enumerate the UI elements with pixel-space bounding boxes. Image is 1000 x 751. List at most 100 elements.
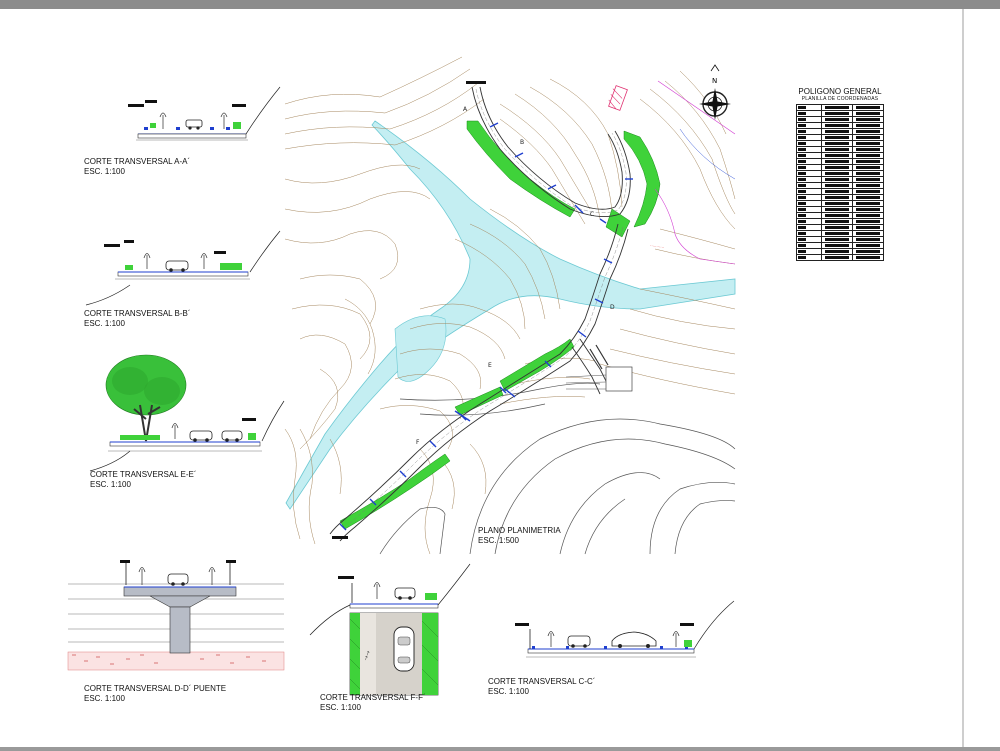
cell-value	[798, 184, 806, 187]
polygon-table-subtitle: PLANILLA DE COORDENADAS	[801, 96, 879, 102]
cell-value	[825, 106, 849, 109]
svg-text:D: D	[610, 304, 615, 311]
svg-text:C: C	[590, 211, 594, 218]
section-bb-caption: CORTE TRANSVERSAL B-B´ ESC. 1:100	[84, 309, 191, 329]
cell-value	[825, 118, 849, 121]
section-aa-caption: CORTE TRANSVERSAL A-A´ ESC. 1:100	[84, 157, 190, 177]
table-row	[796, 254, 884, 261]
cell-value	[825, 154, 849, 157]
cell-value	[825, 172, 849, 175]
cell-value	[825, 202, 849, 205]
cell-value	[825, 244, 849, 247]
plan-annotation: ···········	[650, 243, 665, 250]
cell-value	[798, 250, 806, 253]
cell-value	[856, 142, 880, 145]
car-icon	[393, 626, 415, 672]
section-aa-title: CORTE TRANSVERSAL A-A´	[84, 157, 191, 166]
cell-value	[856, 184, 880, 187]
cell-value	[856, 106, 880, 109]
section-dd-caption: CORTE TRANSVERSAL D-D´ PUENTE ESC. 1:100	[84, 684, 226, 704]
section-cc-caption: CORTE TRANSVERSAL C-C´ ESC. 1:100	[488, 677, 595, 697]
section-ee-drawing	[89, 354, 285, 472]
section-ee-caption: CORTE TRANSVERSAL E-E´ ESC. 1:100	[90, 470, 197, 490]
cell-value	[798, 130, 806, 133]
pond-area	[394, 315, 447, 382]
cell-value	[825, 130, 849, 133]
cell-value	[856, 172, 880, 175]
cell-value	[825, 136, 849, 139]
section-ff-caption: CORTE TRANSVERSAL F-F´ ESC. 1:100	[320, 693, 426, 713]
hatched-area	[608, 85, 628, 111]
cell-value	[856, 232, 880, 235]
survey-line	[679, 128, 736, 180]
tree-icon	[105, 354, 187, 442]
cell-value	[798, 124, 806, 127]
cell-value	[798, 256, 806, 259]
section-dd-drawing	[67, 560, 285, 671]
cell-value	[856, 214, 880, 217]
cell-value	[798, 172, 806, 175]
cell-value	[856, 202, 880, 205]
section-ee-title: CORTE TRANSVERSAL E-E´	[90, 470, 197, 479]
cell-value	[798, 112, 806, 115]
section-ff-scale: ESC. 1:100	[320, 703, 361, 712]
cell-value	[856, 238, 880, 241]
cell-value	[856, 166, 880, 169]
cell-value	[856, 226, 880, 229]
cell-value	[856, 130, 880, 133]
cell-value	[825, 184, 849, 187]
cell-value	[825, 142, 849, 145]
contour-lines	[284, 56, 736, 555]
svg-text:N: N	[712, 77, 717, 85]
section-cc-title: CORTE TRANSVERSAL C-C´	[488, 677, 596, 686]
cell-value	[798, 226, 806, 229]
cell-value	[825, 208, 849, 211]
cell-value	[856, 124, 880, 127]
cell-value	[825, 214, 849, 217]
cell-value	[856, 178, 880, 181]
polygon-table: POLIGONO GENERAL PLANILLA DE COORDENADAS	[796, 87, 884, 261]
table-cell	[796, 254, 822, 261]
section-ff-drawing: →→	[309, 563, 471, 696]
cell-value	[825, 238, 849, 241]
cell-value	[798, 220, 806, 223]
svg-text:E: E	[488, 362, 492, 369]
cell-value	[825, 232, 849, 235]
cell-value	[825, 112, 849, 115]
bottom-border	[0, 747, 1000, 751]
svg-text:B: B	[520, 139, 524, 146]
section-aa-scale: ESC. 1:100	[84, 167, 125, 176]
section-cc-scale: ESC. 1:100	[488, 687, 529, 696]
cell-value	[856, 244, 880, 247]
cell-value	[856, 220, 880, 223]
cell-value	[856, 160, 880, 163]
cell-value	[798, 166, 806, 169]
section-aa-drawing	[128, 86, 281, 141]
cell-value	[825, 160, 849, 163]
cell-value	[825, 250, 849, 253]
cell-value	[856, 136, 880, 139]
cell-value	[798, 106, 806, 109]
cell-value	[798, 160, 806, 163]
cell-value	[856, 190, 880, 193]
top-border	[0, 0, 1000, 9]
plan-view: AB CD EF ··········· N	[284, 56, 736, 555]
cell-value	[856, 250, 880, 253]
dimension-marks	[339, 122, 633, 531]
cell-value	[856, 196, 880, 199]
cell-value	[825, 178, 849, 181]
section-ff-title: CORTE TRANSVERSAL F-F´	[320, 693, 426, 702]
cell-value	[825, 190, 849, 193]
cell-value	[798, 148, 806, 151]
cell-value	[798, 190, 806, 193]
cell-value	[825, 148, 849, 151]
section-cc-drawing	[515, 600, 735, 658]
table-cell	[821, 254, 853, 261]
plan-caption: PLANO PLANIMETRIA ESC. 1:500	[478, 526, 561, 546]
section-ee-scale: ESC. 1:100	[90, 480, 131, 489]
cell-value	[798, 142, 806, 145]
north-arrow-icon: N	[699, 64, 731, 120]
section-bb-drawing	[85, 230, 281, 306]
cell-value	[798, 208, 806, 211]
plan-scale: ESC. 1:500	[478, 536, 519, 545]
